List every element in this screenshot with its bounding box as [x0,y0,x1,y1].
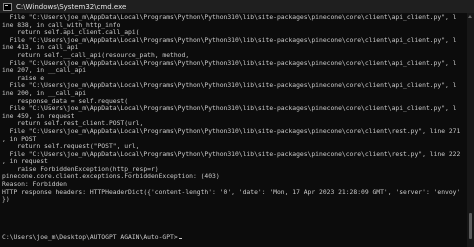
scrollbar-thumb[interactable] [469,213,472,239]
console-line: , in request [2,158,48,166]
console-line: File "C:\Users\joe_m\AppData\Local\Progr… [2,127,461,135]
console-line: File "C:\Users\joe_m\AppData\Local\Progr… [2,14,457,21]
console-line: HTTP response headers: HTTPHeaderDict({'… [2,188,461,196]
console-line: }) [2,196,10,204]
console-line: return self.__call_api(resource_path, me… [2,51,190,59]
vertical-scrollbar[interactable] [467,13,474,247]
console-line: ine 207, in __call_api [2,67,87,75]
console-output[interactable]: File "C:\Users\joe_m\AppData\Local\Progr… [0,13,466,247]
console-line: ine 413, in call_api [2,44,79,52]
console-line: raise ForbiddenException(http_resp=r) [2,165,159,173]
window-title: C:\Windows\System32\cmd.exe [16,2,127,11]
console-line: , in POST [2,135,37,143]
console-line: pinecone.core.client.exceptions.Forbidde… [2,173,220,181]
console-line: raise e [2,74,45,82]
console-line: return self.api_client.call_api( [2,29,140,37]
cmd-icon [3,2,12,11]
console-line: ine 459, in request [2,112,75,120]
console-line: File "C:\Users\joe_m\AppData\Local\Progr… [2,82,457,90]
text-cursor [178,238,182,240]
console-line: File "C:\Users\joe_m\AppData\Local\Progr… [2,36,457,44]
console-line: ine 838, in call_with_http_info [2,21,121,29]
console-line: File "C:\Users\joe_m\AppData\Local\Progr… [2,105,457,113]
terminal-window: C:\Windows\System32\cmd.exe File "C:\Use… [0,0,474,247]
scroll-up-arrow-icon[interactable] [468,15,472,18]
console-line: Reason: Forbidden [2,181,67,189]
console-line: File "C:\Users\joe_m\AppData\Local\Progr… [2,150,461,158]
command-prompt: C:\Users\joe_m\Desktop\AUTOGPT AGAIN\Aut… [2,234,466,242]
console-line: File "C:\Users\joe_m\AppData\Local\Progr… [2,59,457,67]
title-bar[interactable]: C:\Windows\System32\cmd.exe [0,0,474,13]
console-line: return self.request("POST", url, [2,143,140,151]
console-line: ine 200, in __call_api [2,89,87,97]
console-line: return self.rest_client.POST(url, [2,120,144,128]
console-line: response_data = self.request( [2,97,129,105]
